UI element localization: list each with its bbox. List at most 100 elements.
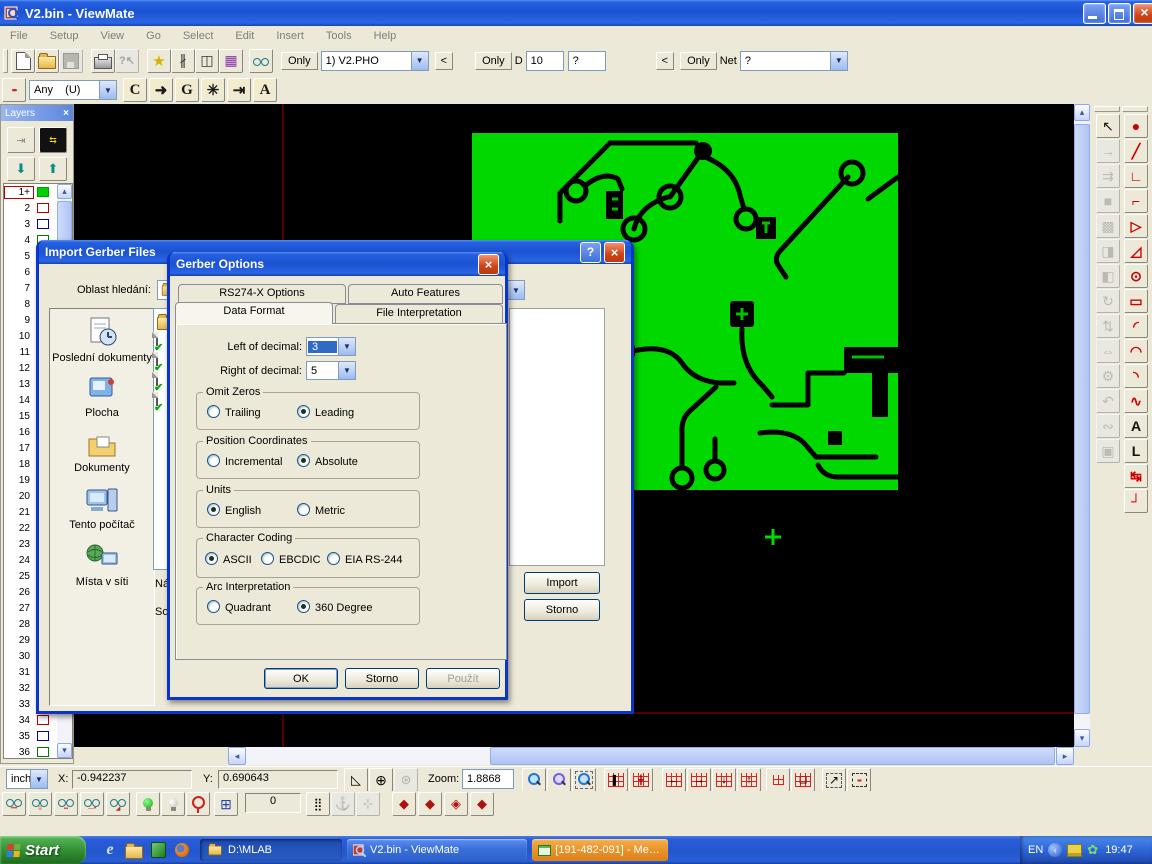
move-tool-icon[interactable]: → (1096, 139, 1120, 163)
scroll-up-icon[interactable]: ▴ (57, 184, 72, 199)
filled-square-tool-icon[interactable]: ■ (1096, 189, 1120, 213)
vertical-scroll-thumb[interactable] (1074, 124, 1090, 714)
menu-item[interactable]: Select (183, 30, 214, 42)
measure-angle-button[interactable]: ◺ (344, 768, 368, 792)
toolbar-handle[interactable] (1122, 106, 1148, 112)
left-of-decimal-combobox[interactable]: 3 ▼ (306, 337, 356, 356)
tab-data-format[interactable]: Data Format (175, 302, 333, 324)
component-c-tool-icon[interactable]: C (123, 78, 147, 102)
chevron-down-icon[interactable]: ▼ (338, 362, 355, 379)
menu-item[interactable]: File (10, 30, 28, 42)
dimension-tool-icon[interactable]: ↹ (1124, 464, 1148, 488)
selection-area-button[interactable]: ▪▪ (847, 768, 871, 792)
horizontal-scroll-thumb[interactable] (490, 747, 1055, 765)
flash-star-tool-icon[interactable]: ✳ (201, 78, 225, 102)
grid-step-value[interactable]: 0 (245, 793, 301, 813)
probe-button[interactable] (186, 792, 210, 816)
menu-item[interactable]: Help (374, 30, 397, 42)
dcode-solid-icon[interactable]: ◆ (418, 792, 442, 816)
rectangle-tool-icon[interactable]: ▭ (1124, 289, 1148, 313)
grid-copy-button[interactable]: ❏ (791, 768, 815, 792)
tab-rs274x-options[interactable]: RS274-X Options (178, 284, 346, 304)
pan-up-icon[interactable]: ↑ (737, 768, 761, 792)
quicklaunch-browser-icon[interactable]: e (100, 840, 120, 860)
zoom-grid-button[interactable] (547, 768, 571, 792)
language-indicator[interactable]: EN (1028, 844, 1043, 856)
component-g-tool-icon[interactable]: G (175, 78, 199, 102)
line-tool-icon[interactable]: ╱ (1124, 139, 1148, 163)
zoom-in-button[interactable] (522, 768, 546, 792)
radio-absolute[interactable]: Absolute (297, 454, 358, 468)
ok-button[interactable]: OK (264, 668, 338, 689)
start-button[interactable]: Start (0, 836, 86, 864)
gerber-file-icon[interactable]: ✔ (156, 333, 158, 345)
help-button[interactable]: ? (580, 242, 601, 263)
text-a-tool-icon[interactable]: A (253, 78, 277, 102)
layer-color-swatch[interactable] (37, 731, 49, 741)
prev-layer-button[interactable]: < (435, 52, 453, 70)
close-icon[interactable]: × (63, 108, 69, 119)
close-button[interactable]: × (1133, 3, 1152, 24)
menu-item[interactable]: Tools (326, 30, 352, 42)
menu-item[interactable]: Setup (50, 30, 79, 42)
undo-arrow-icon[interactable]: ↶ (1096, 389, 1120, 413)
view-traces-glasses-icon[interactable]: —• (80, 792, 104, 816)
radio-metric[interactable]: Metric (297, 503, 345, 517)
flip-left-tool-icon[interactable]: ◧ (1096, 264, 1120, 288)
dcode-value-field[interactable]: 10 (526, 51, 564, 71)
circle-tool-icon[interactable]: ⊙ (1124, 264, 1148, 288)
taskbar-item-viewmate[interactable]: V2.bin - ViewMate (347, 839, 527, 861)
pan-right-icon[interactable]: → (687, 768, 711, 792)
menu-item[interactable]: View (100, 30, 124, 42)
radio-ebcdic[interactable]: EBCDIC (261, 552, 321, 566)
menu-item[interactable]: Go (146, 30, 161, 42)
gerber-file-icon[interactable]: ✔ (156, 353, 158, 365)
target-filter-button[interactable]: ▪▪ (2, 78, 26, 102)
radio-incremental[interactable]: Incremental (207, 454, 282, 468)
chevron-down-icon[interactable]: ▼ (411, 52, 428, 70)
angle-line-tool-icon[interactable]: ∟ (1124, 164, 1148, 188)
flip-right-tool-icon[interactable]: ◨ (1096, 239, 1120, 263)
dot-grid-button[interactable]: ⣿ (306, 792, 330, 816)
view-pads-glasses-icon[interactable]: ▪▪ (54, 792, 78, 816)
triangle-tool-icon[interactable]: ◿ (1124, 239, 1148, 263)
radio-english[interactable]: English (207, 503, 261, 517)
snap-tool-icon[interactable]: ⇥ (227, 78, 251, 102)
radio-ascii[interactable]: ASCII (205, 552, 252, 566)
cancel-button[interactable]: Storno (524, 599, 600, 621)
layer-color-swatch[interactable] (37, 203, 49, 213)
hide-layer-button[interactable]: ⇥ (7, 127, 35, 153)
dcode-flash-icon[interactable]: ◆ (392, 792, 416, 816)
quicklaunch-book-icon[interactable] (148, 840, 168, 860)
rotate-tool-icon[interactable]: ↻ (1096, 289, 1120, 313)
label-tool-icon[interactable]: L (1124, 439, 1148, 463)
layers-panel-titlebar[interactable]: Layers × (1, 105, 73, 121)
close-button[interactable]: × (604, 242, 625, 263)
chevron-down-icon[interactable]: ▼ (507, 281, 524, 299)
settings-gear-icon[interactable]: ⚙ (1096, 364, 1120, 388)
quicklaunch-folder-icon[interactable] (124, 840, 144, 860)
scroll-right-icon[interactable]: ▸ (1056, 747, 1074, 765)
unit-combobox[interactable]: inch ▼ (6, 769, 48, 789)
tray-icq-flower-icon[interactable]: ✿ (1087, 842, 1098, 858)
taskbar-item-message[interactable]: [191-482-091] - Mess... (532, 839, 668, 861)
layer-color-swatch[interactable] (37, 715, 49, 725)
print-button[interactable] (91, 49, 115, 73)
view-dcodes-glasses-icon[interactable]: ••• (2, 792, 26, 816)
new-file-button[interactable] (11, 49, 35, 73)
minimize-button[interactable] (1083, 3, 1106, 24)
horizontal-scrollbar[interactable]: ◂ ▸ (228, 747, 1074, 765)
highlight-on-button[interactable] (136, 792, 160, 816)
grid-plot-button[interactable]: ▌ (604, 768, 628, 792)
restore-button[interactable] (1108, 3, 1131, 24)
gerber-file-icon[interactable]: ✔ (156, 373, 158, 385)
layer-colors-button[interactable]: ⇆ (39, 127, 67, 153)
quicklaunch-firefox-icon[interactable] (172, 840, 192, 860)
highlight-off-button[interactable] (161, 792, 185, 816)
place-desktop[interactable]: Plocha (50, 364, 154, 419)
goto-arrow-tool-icon[interactable]: ➜ (149, 78, 173, 102)
dcode-plain-icon[interactable]: ◆ (470, 792, 494, 816)
tray-collapse-icon[interactable]: ‹ (1048, 843, 1062, 857)
gerber-dialog-titlebar[interactable]: Gerber Options × (170, 252, 505, 276)
scroll-down-icon[interactable]: ▾ (1074, 729, 1090, 747)
